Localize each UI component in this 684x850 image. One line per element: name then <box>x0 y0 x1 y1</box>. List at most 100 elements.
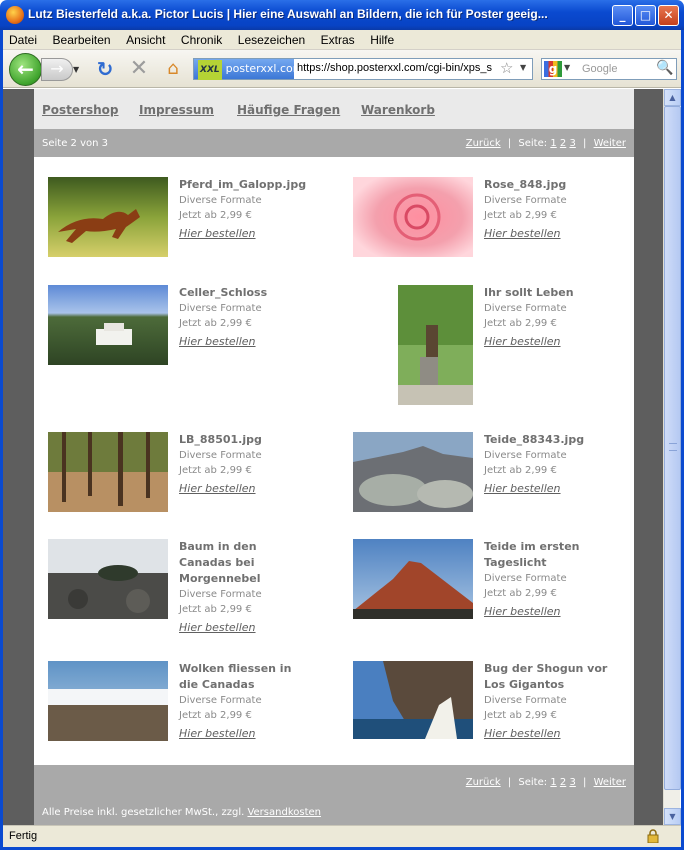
pager-back-link[interactable]: Zurück <box>466 138 501 149</box>
nav-faq[interactable]: Häufige Fragen <box>237 103 340 117</box>
reload-icon[interactable]: ↻ <box>93 57 117 81</box>
product-formats: Diverse Formate <box>179 695 262 706</box>
url-dropdown-icon[interactable]: ▼ <box>520 63 526 72</box>
order-link[interactable]: Hier bestellen <box>484 604 579 620</box>
search-engine-dropdown-icon[interactable]: ▼ <box>564 63 570 72</box>
search-box[interactable]: g ▼ Google 🔍 <box>541 58 677 80</box>
order-link[interactable]: Hier bestellen <box>484 726 607 742</box>
pager-next-link[interactable]: Weiter <box>594 777 626 788</box>
status-bar: Fertig <box>3 825 681 847</box>
stop-icon[interactable]: ✕ <box>127 57 151 81</box>
close-button[interactable]: ✕ <box>658 5 679 26</box>
shipping-costs-link[interactable]: Versandkosten <box>247 807 321 818</box>
title-bar: Lutz Biesterfeld a.k.a. Pictor Lucis | H… <box>0 0 684 30</box>
product-thumbnail-forest[interactable] <box>48 432 168 512</box>
history-dropdown-icon[interactable]: ▼ <box>73 65 83 75</box>
product-formats: Diverse Formate <box>179 450 262 461</box>
product-price: Jetzt ab 2,99 € <box>179 710 252 721</box>
address-bar[interactable]: XXL posterxxl.com https://shop.posterxxl.… <box>193 58 533 80</box>
product-thumbnail-tree[interactable] <box>398 285 473 405</box>
product-thumbnail-clouds[interactable] <box>48 661 168 741</box>
product-formats: Diverse Formate <box>179 195 262 206</box>
scroll-up-icon[interactable]: ▲ <box>664 89 681 106</box>
window-title: Lutz Biesterfeld a.k.a. Pictor Lucis | H… <box>28 7 548 21</box>
product-formats: Diverse Formate <box>179 303 262 314</box>
product-thumbnail-teide[interactable] <box>353 432 473 512</box>
product-thumbnail-teide-sunrise[interactable] <box>353 539 473 619</box>
product-info: Teide_88343.jpg Diverse Formate Jetzt ab… <box>484 432 584 497</box>
menu-extras[interactable]: Extras <box>315 30 361 47</box>
pager-back-link[interactable]: Zurück <box>466 777 501 788</box>
pager-page-3[interactable]: 3 <box>569 777 575 788</box>
order-link[interactable]: Hier bestellen <box>179 620 262 636</box>
search-icon[interactable]: 🔍 <box>656 60 673 76</box>
menu-bearbeiten[interactable]: Bearbeiten <box>47 30 117 47</box>
scrollbar-thumb[interactable] <box>664 106 681 790</box>
minimize-button[interactable]: _ <box>612 5 633 26</box>
menu-lesezeichen[interactable]: Lesezeichen <box>232 30 311 47</box>
nav-impressum[interactable]: Impressum <box>139 103 214 117</box>
product-thumbnail-gigantos[interactable] <box>353 661 473 739</box>
product-thumbnail-rose[interactable] <box>353 177 473 257</box>
google-icon[interactable]: g <box>544 61 562 77</box>
product-thumbnail-castle[interactable] <box>48 285 168 365</box>
product-formats: Diverse Formate <box>484 303 567 314</box>
product-name: Morgennebel <box>179 572 261 585</box>
pager-bottom: Zurück | Seite: 1 2 3 | Weiter Alle Prei… <box>34 765 634 825</box>
product-name: Baum in den <box>179 540 257 553</box>
product-name: Los Gigantos <box>484 678 565 691</box>
nav-warenkorb[interactable]: Warenkorb <box>361 103 435 117</box>
scroll-down-icon[interactable]: ▼ <box>664 808 681 825</box>
pagination: Zurück | Seite: 1 2 3 | Weiter <box>466 138 626 149</box>
order-link[interactable]: Hier bestellen <box>179 226 306 242</box>
pager-next-link[interactable]: Weiter <box>594 138 626 149</box>
pager-separator: | <box>507 777 512 788</box>
search-input[interactable]: Google <box>582 63 617 75</box>
product-info: Wolken fliessen in die Canadas Diverse F… <box>179 661 291 742</box>
pager-separator: | <box>507 138 512 149</box>
order-link[interactable]: Hier bestellen <box>484 226 567 242</box>
bookmark-star-icon[interactable]: ☆ <box>500 59 513 77</box>
product-thumbnail-canadas-fog[interactable] <box>48 539 168 619</box>
page-viewport: Postershop Impressum Häufige Fragen Ware… <box>3 89 663 825</box>
order-link[interactable]: Hier bestellen <box>179 481 262 497</box>
pager-page-2[interactable]: 2 <box>560 777 566 788</box>
maximize-button[interactable]: □ <box>635 5 656 26</box>
pager-page-1[interactable]: 1 <box>550 777 556 788</box>
product-name: Celler_Schloss <box>179 286 268 299</box>
product-price: Jetzt ab 2,99 € <box>484 710 557 721</box>
home-icon[interactable]: ⌂ <box>161 57 185 81</box>
order-link[interactable]: Hier bestellen <box>484 334 574 350</box>
product-name: Wolken fliessen in <box>179 662 292 675</box>
product-formats: Diverse Formate <box>179 589 262 600</box>
nav-postershop[interactable]: Postershop <box>42 103 119 117</box>
product-price: Jetzt ab 2,99 € <box>484 210 557 221</box>
product-formats: Diverse Formate <box>484 450 567 461</box>
product-info: LB_88501.jpg Diverse Formate Jetzt ab 2,… <box>179 432 262 497</box>
pager-page-2[interactable]: 2 <box>560 138 566 149</box>
product-formats: Diverse Formate <box>484 195 567 206</box>
pager-page-3[interactable]: 3 <box>569 138 575 149</box>
product-info: Ihr sollt Leben Diverse Formate Jetzt ab… <box>484 285 574 350</box>
scrollbar-grip <box>669 443 677 451</box>
pager-pages-label: Seite: <box>518 777 548 788</box>
menu-chronik[interactable]: Chronik <box>175 30 228 47</box>
site-identity-button[interactable]: XXL posterxxl.com <box>194 59 303 80</box>
site-badge: XXL <box>198 60 222 80</box>
menu-ansicht[interactable]: Ansicht <box>120 30 171 47</box>
vertical-scrollbar[interactable]: ▲ ▼ <box>663 89 681 825</box>
product-price: Jetzt ab 2,99 € <box>484 588 557 599</box>
forward-arrow-icon[interactable]: → <box>41 58 73 81</box>
menu-datei[interactable]: Datei <box>3 30 43 47</box>
order-link[interactable]: Hier bestellen <box>179 726 291 742</box>
back-arrow-icon[interactable]: ← <box>9 53 42 86</box>
lock-icon[interactable] <box>647 829 659 843</box>
url-input[interactable]: https://shop.posterxxl.com/cgi-bin/xps_s <box>297 62 497 74</box>
pagination: Zurück | Seite: 1 2 3 | Weiter <box>466 777 626 788</box>
menu-hilfe[interactable]: Hilfe <box>364 30 400 47</box>
order-link[interactable]: Hier bestellen <box>484 481 584 497</box>
pager-page-1[interactable]: 1 <box>550 138 556 149</box>
order-link[interactable]: Hier bestellen <box>179 334 267 350</box>
product-price: Jetzt ab 2,99 € <box>179 318 252 329</box>
product-thumbnail-horse[interactable] <box>48 177 168 257</box>
